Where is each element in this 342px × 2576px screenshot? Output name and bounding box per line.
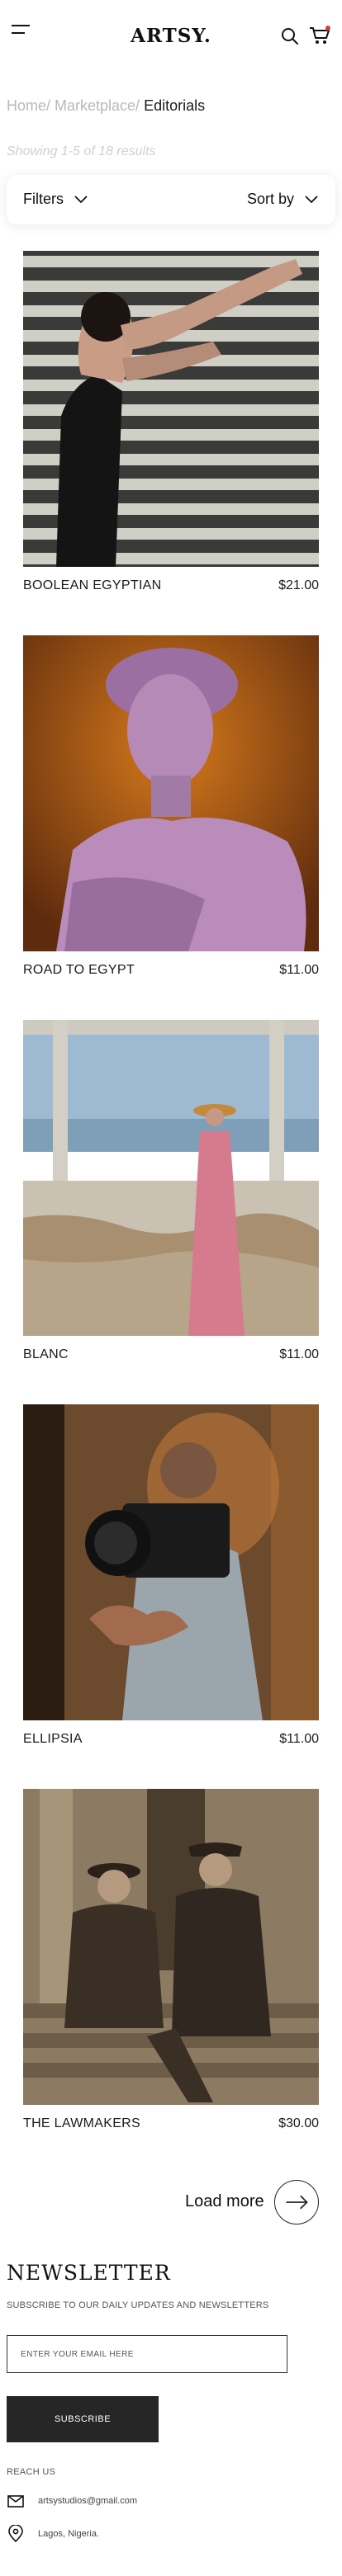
product-image-ellipsia[interactable]: [23, 1404, 319, 1720]
load-more-button[interactable]: Load more: [185, 2180, 321, 2225]
product-price: $30.00: [278, 2116, 319, 2130]
breadcrumb: Home/ Marketplace/ Editorials: [7, 97, 205, 115]
search-icon[interactable]: [281, 27, 299, 45]
sort-label: Sort by: [246, 191, 294, 207]
filters-label: Filters: [23, 191, 64, 207]
product-image-road-to-egypt[interactable]: [23, 635, 319, 951]
newsletter-title: NEWSLETTER: [7, 2261, 171, 2285]
product-price: $11.00: [279, 1347, 319, 1361]
product-name: BOOLEAN EGYPTIAN: [23, 578, 162, 592]
product-name: BLANC: [23, 1347, 69, 1361]
header: ARTSY.: [0, 0, 342, 73]
load-more-label: Load more: [185, 2192, 264, 2210]
product-image-the-lawmakers[interactable]: [23, 1789, 319, 2105]
newsletter-subtitle: SUBSCRIBE TO OUR DAILY UPDATES AND NEWSL…: [7, 2300, 269, 2310]
product-name: ROAD TO EGYPT: [23, 963, 135, 977]
contact-location: Lagos, Nigeria.: [7, 2525, 99, 2543]
product-price: $11.00: [279, 1732, 319, 1746]
product-name: THE LAWMAKERS: [23, 2116, 140, 2130]
email-input[interactable]: [7, 2335, 287, 2373]
chevron-down-icon: [74, 195, 88, 203]
subscribe-button[interactable]: SUBSCRIBE: [7, 2396, 159, 2442]
contact-email-text[interactable]: artsystudios@gmail.com: [38, 2496, 137, 2506]
product-card[interactable]: ELLIPSIA $11.00: [23, 1404, 319, 1753]
product-price: $11.00: [279, 963, 319, 977]
product-price: $21.00: [278, 578, 319, 592]
product-image-blanc[interactable]: [23, 1020, 319, 1336]
filters-dropdown[interactable]: Filters: [23, 191, 88, 208]
product-card[interactable]: BLANC $11.00: [23, 1020, 319, 1369]
sort-dropdown[interactable]: Sort by: [247, 191, 319, 208]
product-image-boolean-egyptian[interactable]: [23, 251, 319, 567]
location-pin-icon: [8, 2525, 23, 2543]
filter-bar: Filters Sort by: [7, 175, 335, 224]
contact-location-text: Lagos, Nigeria.: [38, 2529, 99, 2539]
mail-icon: [7, 2495, 24, 2508]
product-card[interactable]: BOOLEAN EGYPTIAN $21.00: [23, 251, 319, 600]
chevron-down-icon: [305, 195, 318, 203]
breadcrumb-current: Editorials: [140, 97, 206, 114]
product-card[interactable]: ROAD TO EGYPT $11.00: [23, 635, 319, 984]
arrow-right-icon: [274, 2180, 319, 2225]
cart-badge: [325, 26, 330, 31]
page: ARTSY. Home/ Marketplace/ Editorials Sho…: [0, 0, 342, 2576]
product-card[interactable]: THE LAWMAKERS $30.00: [23, 1789, 319, 2138]
contact-email[interactable]: artsystudios@gmail.com: [7, 2492, 137, 2510]
breadcrumb-marketplace[interactable]: Marketplace/: [50, 97, 140, 114]
reach-us-label: REACH US: [7, 2467, 56, 2477]
product-name: ELLIPSIA: [23, 1732, 83, 1746]
results-count: Showing 1-5 of 18 results: [7, 144, 156, 158]
breadcrumb-home[interactable]: Home/: [7, 97, 50, 114]
